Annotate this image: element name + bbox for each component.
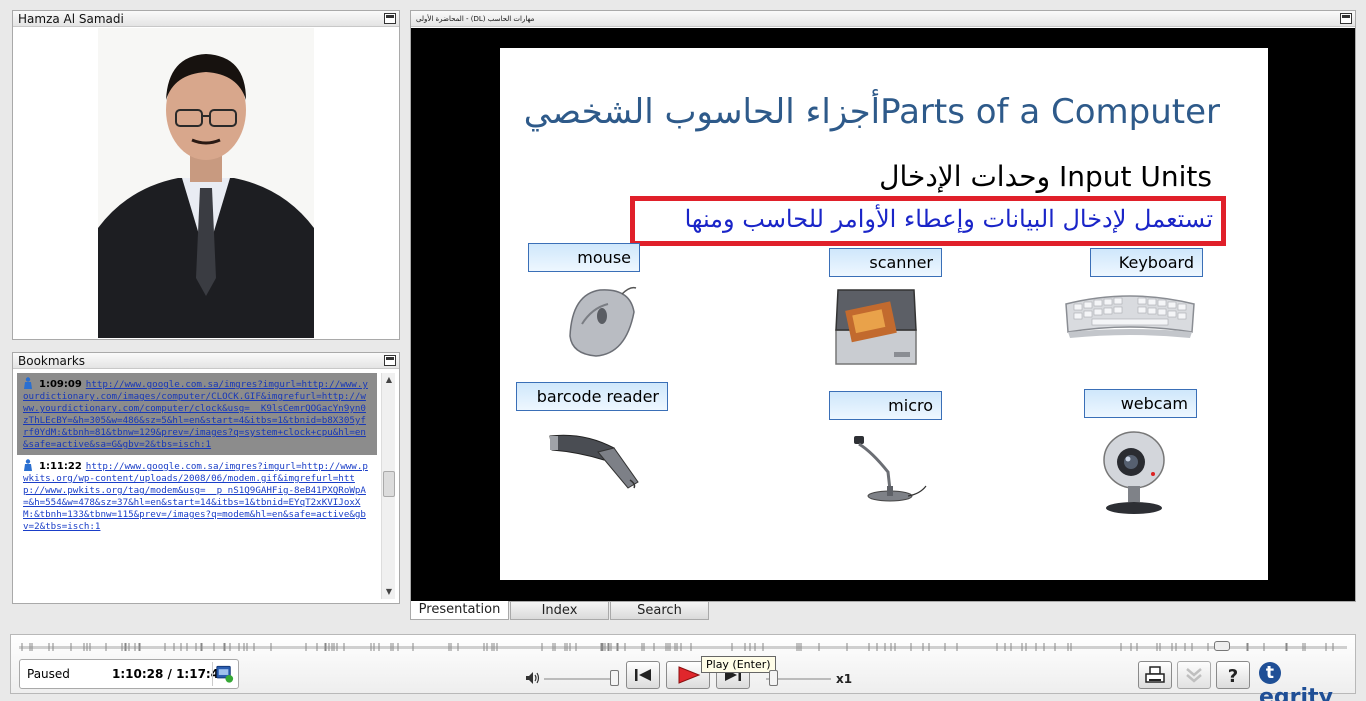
person-icon: [24, 459, 32, 471]
slide-title: أجزاء الحاسوب الشخصيParts of a Computer: [523, 92, 1220, 132]
tab-search[interactable]: Search: [610, 601, 709, 620]
device-label-barcode-reader: barcode reader: [516, 382, 668, 411]
status-box: Paused 1:10:28 / 1:17:47: [19, 659, 239, 689]
volume-knob[interactable]: [610, 670, 619, 686]
speaker-panel: Hamza Al Samadi: [12, 10, 400, 340]
presentation-panel-header: المحاضرة الأولى - (DL) مهارات الحاسب: [411, 11, 1355, 27]
bookmark-item[interactable]: 1:11:22 http://www.google.com.sa/imgres?i…: [17, 455, 377, 537]
scroll-down-icon[interactable]: ▼: [382, 585, 396, 599]
speaker-video: [98, 28, 314, 338]
bookmark-item[interactable]: 1:09:09 http://www.google.com.sa/imgres?i…: [17, 373, 377, 455]
slide-subtitle: وحدات الإدخال Input Units: [879, 160, 1212, 193]
volume-icon[interactable]: [525, 671, 541, 685]
device-label-mouse: mouse: [528, 243, 640, 272]
slide: أجزاء الحاسوب الشخصيParts of a Computer …: [500, 48, 1268, 580]
device-label-micro: micro: [829, 391, 942, 420]
scroll-thumb[interactable]: [383, 471, 395, 497]
presentation-panel: المحاضرة الأولى - (DL) مهارات الحاسب أجز…: [410, 10, 1356, 602]
tegrity-logo[interactable]: tegrity: [1259, 660, 1355, 701]
bookmark-time: 1:11:22: [39, 461, 82, 472]
bookmarks-panel: Bookmarks 1:09:09 http://www.google.com.s…: [12, 352, 400, 604]
timeline-bookmark-ticks: [21, 643, 1334, 651]
tab-index[interactable]: Index: [510, 601, 609, 620]
scroll-up-icon[interactable]: ▲: [382, 373, 396, 387]
speaker-name: Hamza Al Samadi: [18, 12, 124, 26]
device-label-keyboard: Keyboard: [1090, 248, 1203, 277]
print-button[interactable]: [1138, 661, 1172, 689]
speed-label: x1: [836, 672, 853, 686]
device-label-scanner: scanner: [829, 248, 942, 277]
double-chevron-down-icon: [1186, 668, 1202, 683]
speaker-photo: [98, 28, 314, 338]
help-icon: ?: [1228, 666, 1238, 687]
mouse-icon: [569, 286, 637, 357]
skip-back-icon: [635, 669, 651, 681]
svg-text:?: ?: [1228, 666, 1238, 687]
barcode-reader-icon: [549, 434, 639, 489]
slide-stage: أجزاء الحاسوب الشخصيParts of a Computer …: [411, 28, 1355, 601]
keyboard-icon: [1065, 295, 1195, 338]
playback-controls: Paused 1:10:28 / 1:17:47 Play (Enter) x1…: [10, 634, 1356, 701]
bookmark-list: 1:09:09 http://www.google.com.sa/imgres?i…: [17, 373, 377, 599]
playback-time: 1:10:28 / 1:17:47: [112, 667, 228, 681]
volume-slider[interactable]: [544, 678, 616, 680]
webcam-icon: [1103, 431, 1165, 514]
speaker-panel-header: Hamza Al Samadi: [13, 11, 399, 27]
scanner-icon: [835, 289, 917, 365]
caption-icon[interactable]: [212, 662, 236, 686]
maximize-icon[interactable]: [1340, 13, 1352, 24]
maximize-icon[interactable]: [384, 355, 396, 366]
tab-presentation[interactable]: Presentation: [410, 601, 509, 620]
highlight-text: تستعمل لإدخال البيانات وإعطاء الأوامر لل…: [684, 205, 1213, 233]
device-label-webcam: webcam: [1084, 389, 1197, 418]
bookmark-time: 1:09:09: [39, 379, 82, 390]
bookmarks-panel-header: Bookmarks: [13, 353, 399, 369]
maximize-icon[interactable]: [384, 13, 396, 24]
microphone-icon: [854, 436, 927, 502]
help-button[interactable]: ?: [1216, 661, 1250, 689]
timeline[interactable]: [19, 641, 1347, 653]
logo-mark: t: [1259, 662, 1281, 684]
speed-knob[interactable]: [769, 670, 778, 686]
logo-text: egrity: [1259, 685, 1333, 701]
previous-button[interactable]: [626, 661, 660, 689]
timeline-knob[interactable]: [1214, 641, 1230, 651]
playback-state: Paused: [27, 667, 70, 681]
bookmarks-scrollbar[interactable]: ▲ ▼: [381, 373, 395, 599]
bookmarks-title: Bookmarks: [18, 354, 86, 368]
printer-icon: [1145, 666, 1165, 683]
person-icon: [24, 377, 32, 389]
collapse-button[interactable]: [1177, 661, 1211, 689]
presentation-title: المحاضرة الأولى - (DL) مهارات الحاسب: [416, 15, 535, 23]
highlight-box: تستعمل لإدخال البيانات وإعطاء الأوامر لل…: [630, 196, 1226, 246]
play-tooltip: Play (Enter): [701, 656, 776, 673]
